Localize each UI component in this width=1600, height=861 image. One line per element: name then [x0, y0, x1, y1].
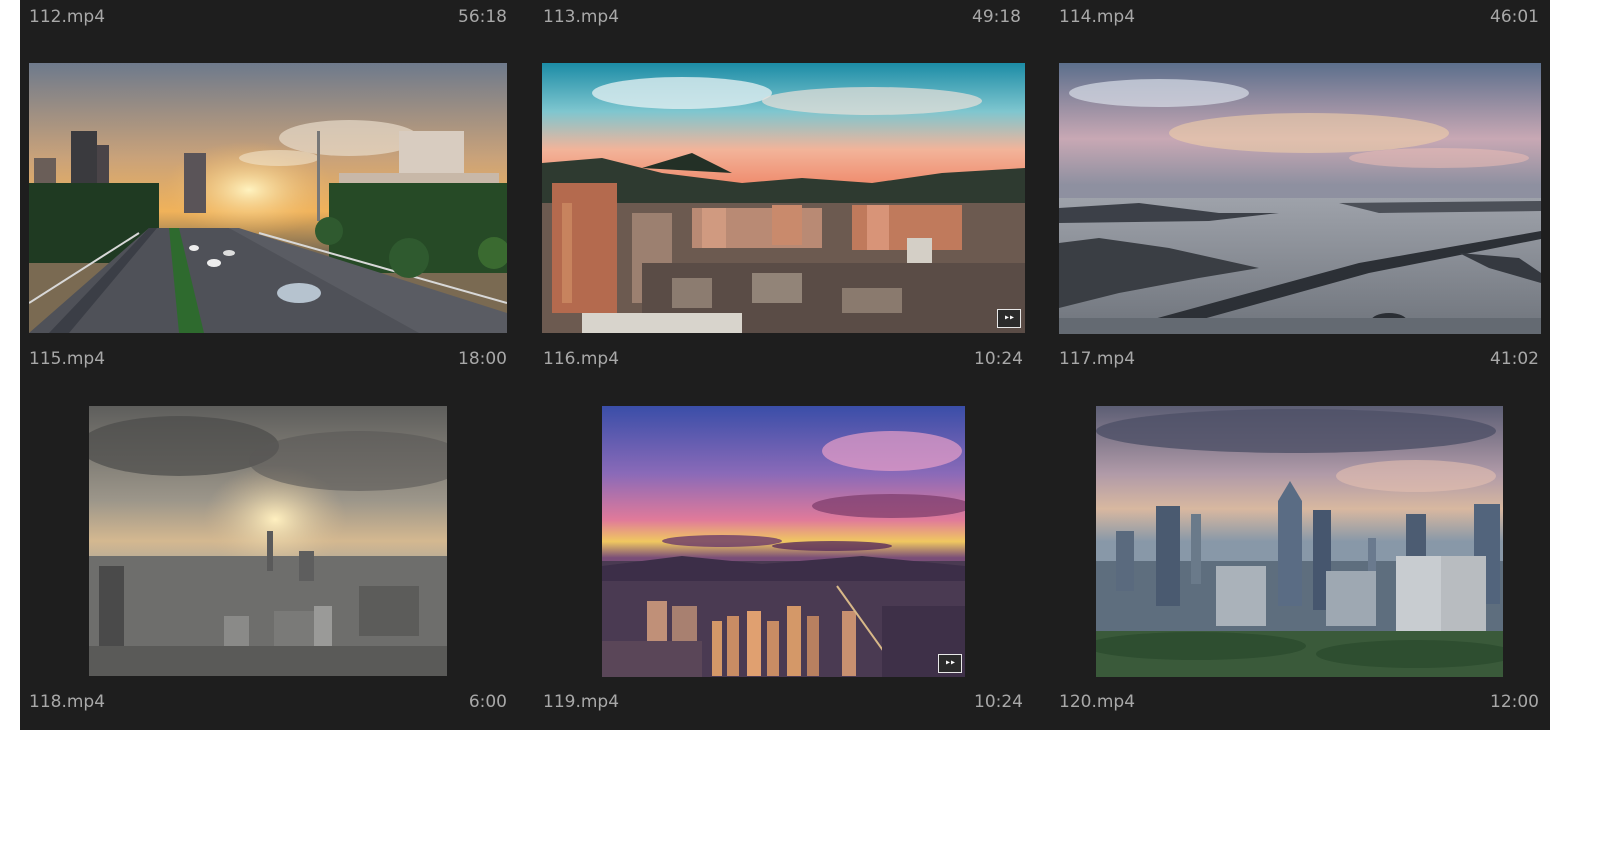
clip-duration: 10:24: [974, 349, 1023, 369]
clip-caption-row: 112.mp4 56:18: [29, 6, 507, 28]
clip-thumbnail[interactable]: [542, 63, 1025, 333]
clip-duration: 10:24: [974, 692, 1023, 712]
clip-tile[interactable]: ▸▸ 116.mp4 10:24: [542, 63, 1025, 373]
clip-filename: 119.mp4: [543, 692, 620, 712]
clip-filename: 118.mp4: [29, 692, 106, 712]
clip-duration: 18:00: [458, 349, 507, 369]
merged-clip-icon: ▸▸: [997, 309, 1021, 328]
clip-filename: 120.mp4: [1059, 692, 1136, 712]
clip-thumbnail[interactable]: [1059, 63, 1541, 334]
clip-thumbnail[interactable]: [1096, 406, 1503, 677]
clip-caption-row: 113.mp4 49:18: [543, 6, 1021, 28]
clip-filename: 113.mp4: [543, 7, 620, 27]
clip-thumbnail[interactable]: [89, 406, 447, 676]
clip-caption-row: 114.mp4 46:01: [1059, 6, 1539, 28]
clip-duration: 12:00: [1490, 692, 1539, 712]
clip-tile[interactable]: ▸▸ 119.mp4 10:24: [543, 406, 1023, 716]
clip-tile[interactable]: 115.mp4 18:00: [29, 63, 507, 373]
clip-tile[interactable]: 117.mp4 41:02: [1059, 63, 1541, 373]
clip-filename: 117.mp4: [1059, 349, 1136, 369]
clip-tile[interactable]: 118.mp4 6:00: [29, 406, 507, 716]
clip-filename: 114.mp4: [1059, 7, 1136, 27]
clip-thumbnail[interactable]: [602, 406, 965, 677]
clip-duration: 56:18: [458, 7, 507, 27]
clip-filename: 116.mp4: [543, 349, 620, 369]
clip-thumbnail[interactable]: [29, 63, 507, 333]
merged-clip-icon: ▸▸: [938, 654, 962, 673]
clip-duration: 46:01: [1490, 7, 1539, 27]
clip-duration: 6:00: [468, 692, 507, 712]
clip-filename: 112.mp4: [29, 7, 106, 27]
clip-filename: 115.mp4: [29, 349, 106, 369]
clip-duration: 49:18: [972, 7, 1021, 27]
clip-tile[interactable]: 120.mp4 12:00: [1059, 406, 1539, 716]
media-browser-grid: 112.mp4 56:18 113.mp4 49:18 114.mp4 46:0…: [20, 0, 1550, 730]
clip-duration: 41:02: [1490, 349, 1539, 369]
